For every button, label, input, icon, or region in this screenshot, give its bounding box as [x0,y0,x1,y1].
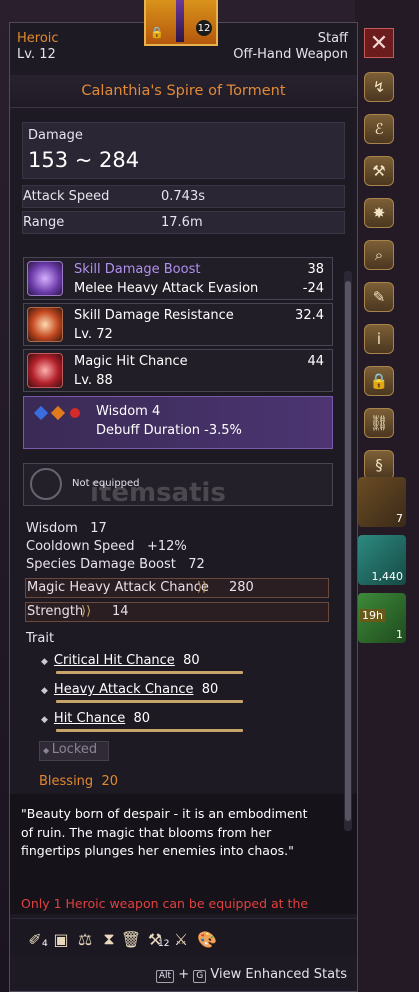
engrave-icon[interactable]: ℰ [364,114,394,144]
engraving-name: Skill Damage Boost [74,262,201,277]
alt-key: Alt [155,970,175,983]
engraving-name: Magic Hit Chance [74,354,188,369]
description-section: "Beauty born of despair - it is an embod… [10,794,357,914]
anvil-icon[interactable]: ⚒ [364,156,394,186]
item-description: "Beauty born of despair - it is an embod… [21,806,308,858]
engraving-sub: Melee Heavy Attack Evasion [74,281,259,296]
trait-title: Trait [26,631,55,646]
grade-label: Heroic [17,31,59,46]
item-level: Lv. 12 [17,47,56,62]
info-icon[interactable]: i [364,324,394,354]
slot-count: 1 [396,628,403,641]
lock-icon: 🔒 [150,26,164,39]
bonus-chevron-icon: ⟩⟩ [197,580,208,595]
hourglass-icon[interactable]: ⧗ [98,928,120,950]
damage-value: 153 ~ 284 [28,148,140,172]
quill-book-icon[interactable]: ✎ [364,282,394,312]
enhanced-stats-label: View Enhanced Stats [210,967,347,982]
engraving-value: 32.4 [295,308,324,323]
engraving-name: Skill Damage Resistance [74,308,234,323]
engraving-level: Lv. 88 [74,373,113,388]
skill-damage-resistance-icon [27,307,63,342]
bonus-chevron-icon: ⟩⟩ [81,604,92,619]
item-icon: 🔒 12 [144,0,218,46]
search-icon[interactable]: ⌕ [364,240,394,270]
engraving-row[interactable]: Skill Damage Boost 38 Melee Heavy Attack… [23,257,333,300]
close-icon[interactable]: ✕ [364,28,394,58]
trait-progress-bar [56,671,243,674]
bonus-stat-row: Strength ⟩⟩ 14 [25,602,329,622]
inventory-slot[interactable]: 19h 1 [358,593,406,643]
slot-count: 7 [396,512,403,525]
bonus-stat-row: Magic Heavy Attack Chance ⟩⟩ 280 [25,578,329,598]
scroll-icon[interactable]: § [364,450,394,480]
trait-item: ◆ Hit Chance 80 [41,711,151,726]
engraving-value: 38 [307,262,324,277]
weapon-type: Staff [317,31,348,46]
slot-count: 1,440 [371,570,404,583]
skill-damage-boost-icon [27,261,63,296]
blue-gem-icon [33,405,49,421]
inventory-slot[interactable]: 1,440 [358,535,406,585]
tooltip-scrollbar[interactable] [344,271,352,831]
set-bonus-box[interactable]: Wisdom 4 Debuff Duration -3.5% [23,396,333,449]
trash-icon[interactable]: 🗑 [120,928,142,950]
item-level-badge: 12 [196,20,212,36]
locked-trait: ◆ Locked [39,741,109,761]
palette-icon[interactable]: 🎨 [196,928,218,950]
damage-box: Damage 153 ~ 284 [22,122,345,179]
diamond-bullet-icon: ◆ [41,686,48,696]
diamond-bullet-icon: ◆ [41,657,48,667]
enhanced-stats-hint[interactable]: Alt + G View Enhanced Stats [155,967,347,983]
equip-warning: Only 1 Heroic weapon can be equipped at … [21,896,309,911]
range-value: 17.6m [161,215,203,230]
icon-count: 12 [158,939,170,949]
scales-icon[interactable]: ⚖ [74,928,96,950]
g-key: G [193,970,207,983]
trait-item: ◆ Critical Hit Chance 80 [41,653,200,668]
sword-icon[interactable]: ⚔ [170,928,192,950]
attack-speed-label: Attack Speed [23,189,110,204]
exchange-icon[interactable]: ↯ [364,72,394,102]
engraving-row[interactable]: Skill Damage Resistance 32.4 Lv. 72 [23,303,333,346]
orange-gem-icon [50,405,66,421]
diamond-bullet-icon: ◆ [41,715,48,725]
trait-progress-bar [56,700,243,703]
trait-progress-bar [56,729,243,732]
watermark: itemsatis [90,478,226,508]
magic-hit-chance-icon [27,353,63,388]
set-bonus-line2: Debuff Duration -3.5% [96,423,242,438]
crate-icon[interactable]: ▣ [50,928,72,950]
scrollbar-thumb[interactable] [345,281,351,821]
slot-type: Off-Hand Weapon [233,47,348,62]
stat-species-damage-boost: Species Damage Boost 72 [26,557,205,572]
item-tooltip-panel: Heroic Lv. 12 Staff Off-Hand Weapon Cala… [9,22,358,992]
trait-item: ◆ Heavy Attack Chance 80 [41,682,219,697]
blessing: Blessing 20 [39,774,118,789]
attack-speed-row: Attack Speed 0.743s [22,185,345,208]
engraving-value: 44 [307,354,324,369]
stat-wisdom: Wisdom 17 [26,521,107,536]
sparkle-icon[interactable]: ✸ [364,198,394,228]
engraving-row[interactable]: Magic Hit Chance 44 Lv. 88 [23,349,333,392]
attack-speed-value: 0.743s [161,189,205,204]
range-label: Range [23,215,65,230]
range-row: Range 17.6m [22,211,345,234]
icon-count: 4 [42,939,48,949]
inventory-slot[interactable]: 7 [358,477,406,527]
item-name: Calanthia's Spire of Torment [10,75,357,108]
engraving-sub-value: -24 [302,281,324,296]
chain-link-icon[interactable]: ⛓ [364,408,394,438]
staff-icon [176,0,184,42]
damage-label: Damage [28,128,83,143]
red-gem-icon [70,408,80,418]
engraving-level: Lv. 72 [74,327,113,342]
set-bonus-line1: Wisdom 4 [96,404,161,419]
stat-cooldown-speed: Cooldown Speed +12% [26,539,187,554]
slot-timer: 19h [360,609,385,622]
lock-icon[interactable]: 🔒 [364,366,394,396]
empty-socket-icon [23,461,69,507]
